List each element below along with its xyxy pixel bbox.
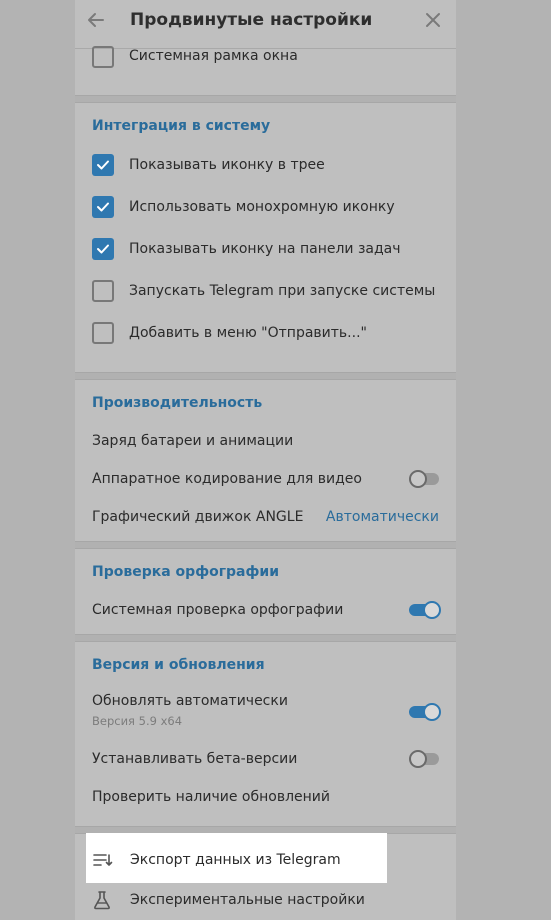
system-spellcheck-label: Системная проверка орфографии (92, 602, 344, 618)
tray-icon-checkbox[interactable] (92, 154, 114, 176)
send-to-menu-label: Добавить в меню "Отправить..." (129, 325, 367, 341)
spellcheck-section-title: Проверка орфографии (92, 564, 279, 580)
check-updates-button[interactable]: Проверить наличие обновлений (92, 789, 330, 805)
beta-versions-toggle[interactable] (409, 750, 439, 768)
back-arrow-icon[interactable] (86, 10, 106, 30)
export-data-label: Экспорт данных из Telegram (130, 852, 341, 868)
version-label: Версия 5.9 x64 (92, 714, 183, 728)
window-frame-label: Системная рамка окна (129, 48, 298, 64)
hw-encoding-label: Аппаратное кодирование для видео (92, 471, 362, 487)
check-icon (97, 160, 109, 170)
autostart-checkbox[interactable] (92, 280, 114, 302)
flask-icon (94, 891, 110, 910)
experimental-settings-item[interactable]: Экспериментальные настройки (130, 892, 365, 908)
check-icon (97, 202, 109, 212)
performance-section-title: Производительность (92, 395, 263, 411)
section-separator (75, 634, 456, 642)
page-title: Продвинутые настройки (130, 10, 373, 30)
settings-panel (75, 0, 456, 920)
system-spellcheck-toggle[interactable] (409, 601, 441, 619)
updates-section-title: Версия и обновления (92, 657, 265, 673)
section-separator (75, 95, 456, 103)
beta-versions-label: Устанавливать бета-версии (92, 751, 298, 767)
section-separator (75, 541, 456, 549)
angle-engine-label: Графический движок ANGLE (92, 509, 304, 525)
section-separator (75, 372, 456, 380)
hw-encoding-toggle[interactable] (409, 470, 439, 488)
check-icon (97, 244, 109, 254)
angle-engine-value[interactable]: Автоматически (326, 509, 439, 525)
window-frame-checkbox[interactable] (92, 46, 114, 68)
send-to-menu-checkbox[interactable] (92, 322, 114, 344)
monochrome-icon-label: Использовать монохромную иконку (129, 199, 395, 215)
tray-icon-label: Показывать иконку в трее (129, 157, 325, 173)
taskbar-icon-label: Показывать иконку на панели задач (129, 241, 401, 257)
taskbar-icon-checkbox[interactable] (92, 238, 114, 260)
close-icon[interactable] (424, 11, 442, 29)
auto-update-label: Обновлять автоматически (92, 693, 288, 709)
auto-update-toggle[interactable] (409, 703, 441, 721)
battery-animations-item[interactable]: Заряд батареи и анимации (92, 433, 293, 449)
monochrome-icon-checkbox[interactable] (92, 196, 114, 218)
autostart-label: Запускать Telegram при запуске системы (129, 283, 436, 299)
integration-section-title: Интеграция в систему (92, 118, 271, 134)
export-list-icon (93, 854, 113, 866)
